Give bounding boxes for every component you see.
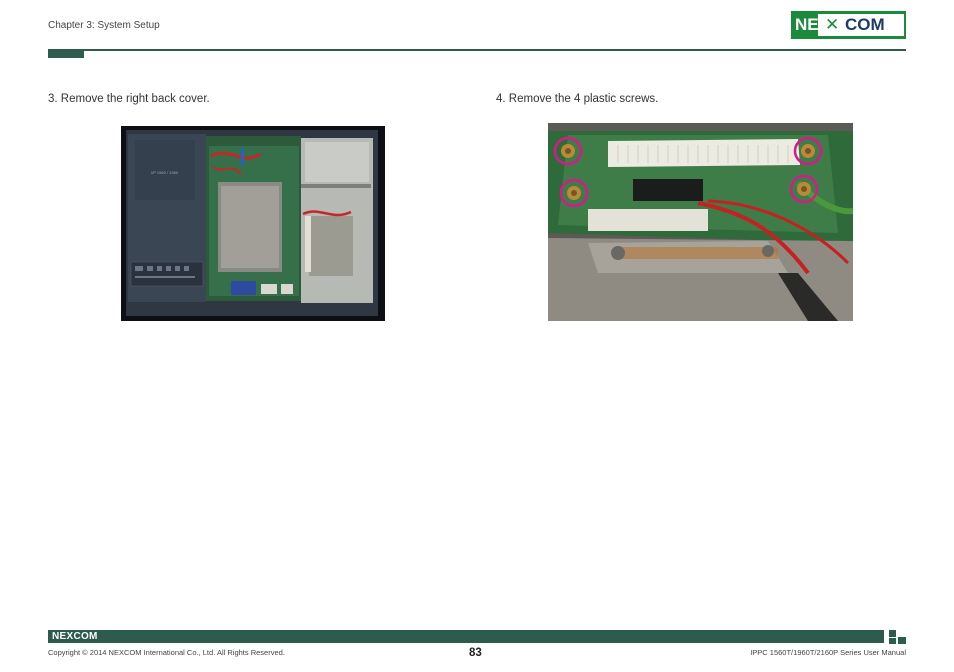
manual-title: IPPC 1560T/1960T/2160P Series User Manua… <box>750 648 906 657</box>
copyright-text: Copyright © 2014 NEXCOM International Co… <box>48 648 285 657</box>
footer-bar <box>48 630 884 643</box>
footer-square-decoration <box>889 638 896 644</box>
header-divider <box>48 49 906 51</box>
nexcom-logo: NE ✕ COM <box>791 11 906 39</box>
step-3-text: 3. Remove the right back cover. <box>48 93 210 105</box>
svg-text:I/P 1560 / 1960: I/P 1560 / 1960 <box>151 170 179 175</box>
photo-right-back-cover-removed: I/P 1560 / 1960 <box>121 126 385 321</box>
header-accent-block <box>48 49 84 58</box>
chapter-title: Chapter 3: System Setup <box>48 20 160 31</box>
footer-nexcom-logo: NEXCOM <box>52 631 98 642</box>
page-number: 83 <box>469 647 482 659</box>
footer-square-decoration <box>898 637 906 644</box>
photo-4-plastic-screws-circled <box>548 123 853 321</box>
footer-square-decoration <box>889 630 896 637</box>
step-4-text: 4. Remove the 4 plastic screws. <box>496 93 659 105</box>
